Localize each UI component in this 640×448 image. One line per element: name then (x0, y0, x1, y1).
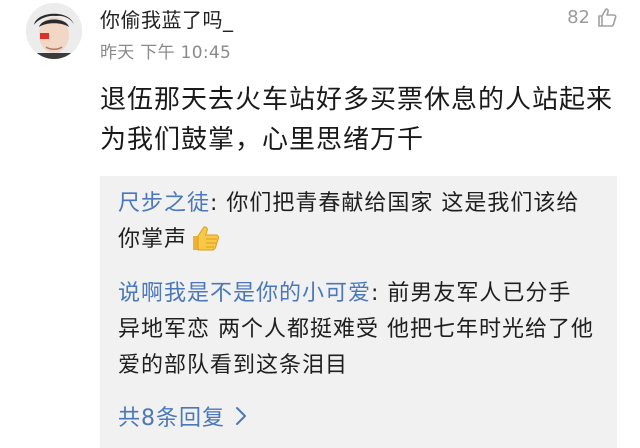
more-replies-link[interactable]: 共8条回复 (118, 400, 247, 432)
avatar-image (26, 3, 82, 59)
reply-separator: : (371, 281, 388, 306)
avatar[interactable] (26, 3, 82, 59)
chevron-right-icon (236, 407, 246, 425)
thumbs-up-outline-icon (598, 8, 617, 27)
more-replies-label: 共8条回复 (118, 406, 225, 431)
reply-item: 说啊我是不是你的小可爱: 前男友军人已分手 异地军恋 两个人都挺难受 他把七年时… (118, 276, 602, 384)
like-button[interactable]: 82 (567, 6, 618, 28)
replies-box: 尺步之徒: 你们把青春献给国家 这是我们该给你掌声 说啊我是不是你的小可爱: 前… (100, 176, 617, 448)
reply-item: 尺步之徒: 你们把青春献给国家 这是我们该给你掌声 (118, 186, 602, 264)
like-count: 82 (567, 6, 590, 28)
timestamp: 昨天 下午 10:45 (100, 43, 232, 63)
reply-author[interactable]: 说啊我是不是你的小可爱 (118, 281, 371, 306)
username[interactable]: 你偷我蓝了吗_ (100, 4, 234, 33)
comment-text: 退伍那天去火车站好多买票休息的人站起来为我们鼓掌，心里思绪万千 (100, 85, 614, 155)
reply-author[interactable]: 尺步之徒 (118, 191, 210, 216)
thumbs-up-icon (189, 224, 221, 264)
reply-separator: : (210, 191, 227, 216)
comment-page: 你偷我蓝了吗_ 昨天 下午 10:45 82 退伍那天去火车站好多买票休息的人站… (0, 0, 640, 448)
